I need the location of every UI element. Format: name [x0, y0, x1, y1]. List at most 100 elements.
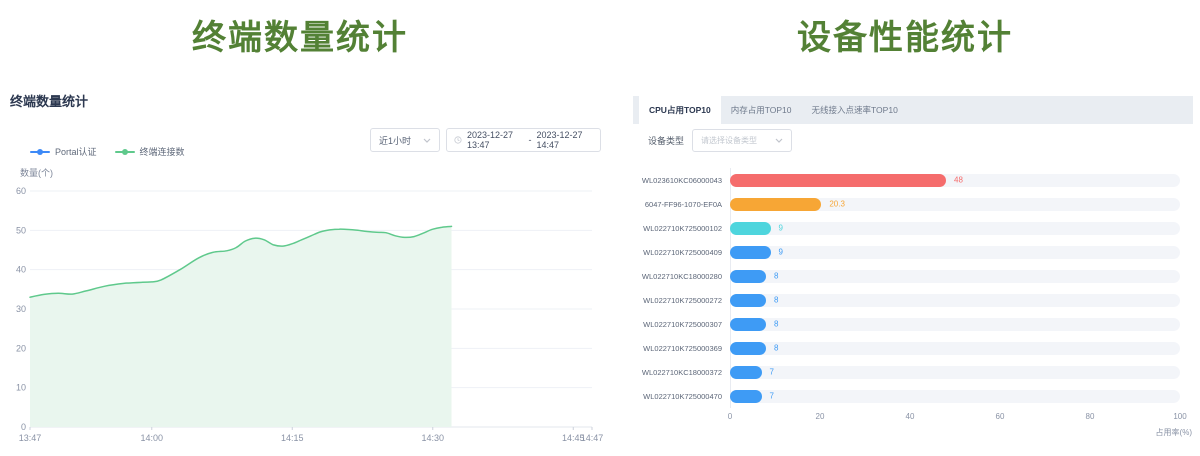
bar-row: WL022710K725000272 8	[633, 288, 1193, 312]
bar-value-label: 7	[770, 392, 774, 401]
x-tick-label: 100	[1173, 412, 1186, 421]
device-type-placeholder: 请选择设备类型	[701, 135, 757, 146]
device-name-label: WL023610KC06000043	[633, 176, 722, 185]
bar-track: 9	[730, 222, 1180, 235]
terminal-line-chart: 0102030405060数量(个)13:4714:0014:1514:3014…	[0, 165, 612, 450]
device-name-label: WL022710K725000409	[633, 248, 722, 257]
y-tick-label: 30	[16, 304, 26, 314]
x-tick-label: 14:30	[422, 433, 445, 443]
bar-chart-x-ticks: 020406080100	[730, 412, 1180, 422]
bar-value-label: 48	[954, 176, 963, 185]
bar-fill	[730, 222, 771, 235]
bar-value-label: 9	[779, 248, 783, 257]
bar-fill	[730, 174, 946, 187]
legend-marker-terminal-icon	[115, 148, 135, 156]
time-range-value: 近1小时	[379, 134, 411, 147]
bar-fill	[730, 270, 766, 283]
bar-row: WL022710K725000409 9	[633, 240, 1193, 264]
x-tick-label: 14:00	[141, 433, 164, 443]
tab-bar: CPU占用TOP10 内存占用TOP10 无线接入点速率TOP10	[633, 96, 1193, 124]
bar-value-label: 8	[774, 320, 778, 329]
bar-value-label: 20.3	[829, 200, 845, 209]
device-type-label: 设备类型	[648, 134, 684, 147]
bar-track: 8	[730, 342, 1180, 355]
x-tick-label: 14:47	[581, 433, 604, 443]
legend-item-portal[interactable]: Portal认证	[30, 145, 97, 158]
bar-row: WL022710K725000369 8	[633, 336, 1193, 360]
y-tick-label: 40	[16, 265, 26, 275]
bar-fill	[730, 342, 766, 355]
bar-track: 7	[730, 366, 1180, 379]
time-range-select[interactable]: 近1小时	[370, 128, 440, 152]
bar-fill	[730, 366, 762, 379]
bar-row: 6047-FF96-1070-EF0A 20.3	[633, 192, 1193, 216]
bar-fill	[730, 198, 821, 211]
date-start[interactable]: 2023-12-27 13:47	[467, 130, 524, 150]
bar-fill	[730, 246, 771, 259]
x-tick-label: 80	[1086, 412, 1095, 421]
date-end[interactable]: 2023-12-27 14:47	[536, 130, 593, 150]
legend-label-terminal: 终端连接数	[140, 145, 185, 158]
device-type-filter: 设备类型 请选择设备类型	[648, 129, 792, 152]
bar-track: 9	[730, 246, 1180, 259]
y-axis-name: 数量(个)	[20, 167, 53, 178]
bar-fill	[730, 294, 766, 307]
x-tick-label: 0	[728, 412, 732, 421]
date-range-picker[interactable]: 2023-12-27 13:47 - 2023-12-27 14:47	[446, 128, 601, 152]
x-tick-label: 13:47	[19, 433, 42, 443]
bar-track: 48	[730, 174, 1180, 187]
bar-track: 7	[730, 390, 1180, 403]
chevron-down-icon	[423, 138, 431, 143]
bar-row: WL023610KC06000043 48	[633, 168, 1193, 192]
x-tick-label: 14:15	[281, 433, 304, 443]
y-tick-label: 20	[16, 343, 26, 353]
bar-track: 8	[730, 318, 1180, 331]
device-name-label: 6047-FF96-1070-EF0A	[633, 200, 722, 209]
bar-value-label: 7	[770, 368, 774, 377]
x-tick-label: 40	[906, 412, 915, 421]
y-tick-label: 60	[16, 186, 26, 196]
terminal-panel-title: 终端数量统计	[10, 91, 88, 110]
device-name-label: WL022710K725000369	[633, 344, 722, 353]
tab-memory-top10[interactable]: 内存占用TOP10	[721, 96, 802, 124]
bar-value-label: 8	[774, 272, 778, 281]
device-type-select[interactable]: 请选择设备类型	[692, 129, 792, 152]
legend: Portal认证 终端连接数	[30, 145, 185, 158]
bar-value-label: 9	[779, 224, 783, 233]
date-separator: -	[528, 135, 531, 145]
tab-cpu-top10[interactable]: CPU占用TOP10	[639, 96, 721, 124]
device-name-label: WL022710KC18000372	[633, 368, 722, 377]
bar-row: WL022710K725000307 8	[633, 312, 1193, 336]
bar-fill	[730, 390, 762, 403]
y-tick-label: 0	[21, 422, 26, 432]
y-tick-label: 10	[16, 383, 26, 393]
x-tick-label: 60	[996, 412, 1005, 421]
bar-track: 8	[730, 270, 1180, 283]
chevron-down-icon	[775, 138, 783, 143]
bar-row: WL022710KC180002808	[633, 264, 1193, 288]
x-tick-label: 20	[816, 412, 825, 421]
bar-row: WL022710K725000102 9	[633, 216, 1193, 240]
legend-label-portal: Portal认证	[55, 145, 97, 158]
device-name-label: WL022710K725000102	[633, 224, 722, 233]
bar-track: 8	[730, 294, 1180, 307]
terminal-stats-heading: 终端数量统计	[0, 10, 600, 59]
x-axis-label: 占用率(%)	[730, 427, 1192, 438]
clock-icon	[454, 135, 462, 145]
dashboard: 终端数量统计 设备性能统计 终端数量统计 近1小时 2023-12-27 13:…	[0, 0, 1200, 456]
bar-row: WL022710K725000470 7	[633, 384, 1193, 408]
device-name-label: WL022710K725000307	[633, 320, 722, 329]
bar-row: WL022710KC18000372 7	[633, 360, 1193, 384]
cpu-usage-bar-chart: WL023610KC06000043 48 6047-FF96-1070-EF0A 2…	[633, 168, 1193, 408]
device-name-label: WL022710K725000470	[633, 392, 722, 401]
series-area	[30, 226, 452, 427]
device-performance-panel: CPU占用TOP10 内存占用TOP10 无线接入点速率TOP10 设备类型 请…	[633, 96, 1193, 452]
bar-track: 20.3	[730, 198, 1180, 211]
legend-item-terminal[interactable]: 终端连接数	[115, 145, 185, 158]
device-name-label: WL022710K725000272	[633, 296, 722, 305]
bar-fill	[730, 318, 766, 331]
legend-marker-portal-icon	[30, 148, 50, 156]
bar-value-label: 8	[774, 344, 778, 353]
bar-value-label: 8	[774, 296, 778, 305]
tab-wireless-rate-top10[interactable]: 无线接入点速率TOP10	[802, 96, 908, 124]
